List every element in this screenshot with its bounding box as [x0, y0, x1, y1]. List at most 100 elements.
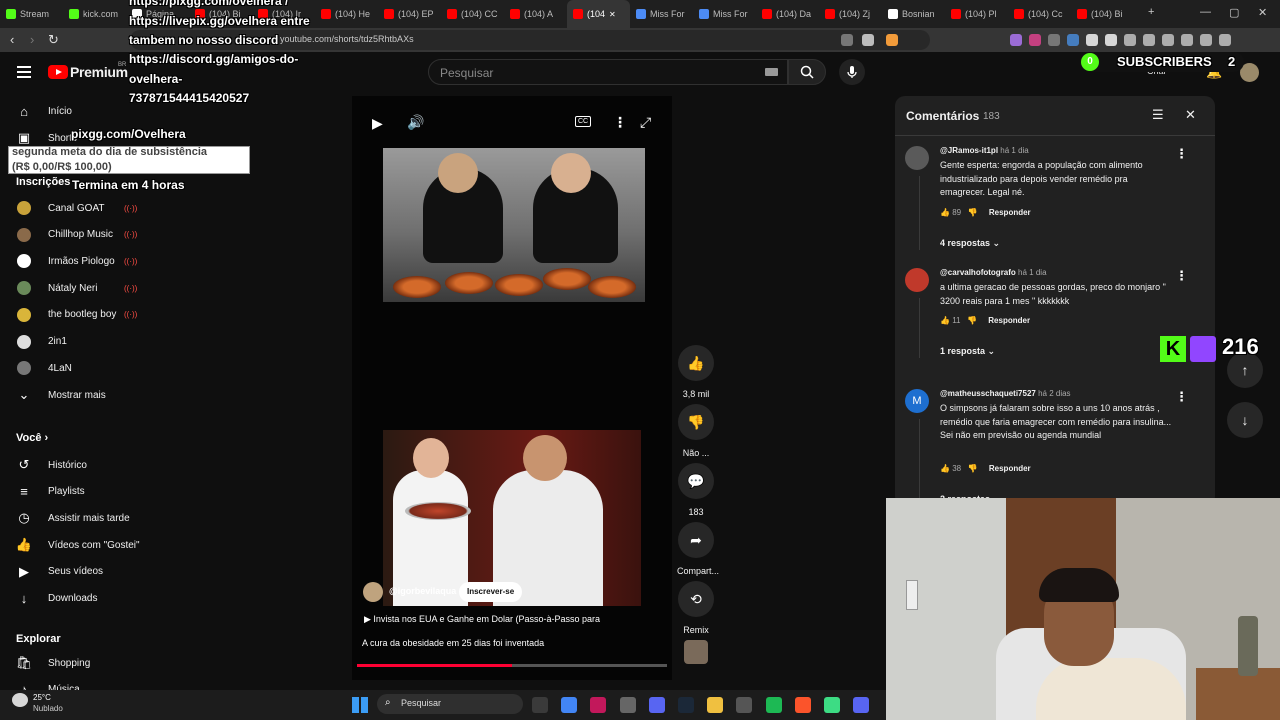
sidebar-item[interactable]: Irmãos Piologo ((·)) — [0, 248, 230, 274]
close-icon[interactable]: ✕ — [1185, 107, 1196, 123]
taskbar-app-icon[interactable] — [765, 697, 782, 713]
extension-icon[interactable] — [1143, 34, 1155, 46]
taskbar-app-icon[interactable] — [561, 697, 578, 713]
maximize-icon[interactable]: ▢ — [1229, 6, 1239, 19]
like-button[interactable]: 👍 3,8 mil — [677, 345, 715, 399]
comment-user[interactable]: @matheusschaqueti7527 há 2 dias — [940, 389, 1071, 398]
browser-tab[interactable]: Miss For — [693, 0, 756, 28]
close-window-icon[interactable]: ✕ — [1258, 6, 1267, 19]
more-options-icon[interactable]: ⋮ — [613, 114, 627, 131]
extension-icon[interactable] — [1029, 34, 1041, 46]
extension-icon[interactable] — [1086, 34, 1098, 46]
browser-tab[interactable]: (104) Bi — [1071, 0, 1134, 28]
sidebar-item[interactable]: ▶ Seus vídeos — [0, 559, 230, 585]
subscribe-button[interactable]: Inscrever-se — [459, 582, 523, 602]
search-button[interactable] — [788, 59, 826, 85]
sidebar-item[interactable]: ◷ Assistir mais tarde — [0, 505, 230, 531]
taskbar-app-icon[interactable] — [532, 697, 548, 713]
dislike-icon[interactable]: 👎 — [968, 464, 978, 473]
sort-icon[interactable]: ☰ — [1152, 107, 1164, 123]
replies-toggle[interactable]: 1 resposta ⌄ — [940, 346, 995, 357]
extension-icon[interactable] — [1010, 34, 1022, 46]
toolbar-icon[interactable] — [862, 34, 874, 46]
comment-avatar[interactable] — [905, 146, 929, 170]
like-icon[interactable]: 👍 — [940, 208, 950, 217]
browser-tab[interactable]: (104) He — [315, 0, 378, 28]
dislike-icon[interactable]: 👎 — [967, 316, 977, 325]
extension-icon[interactable] — [1124, 34, 1136, 46]
extension-icon[interactable] — [1200, 34, 1212, 46]
weather-icon[interactable] — [12, 693, 28, 707]
sidebar-item[interactable]: ⌄ Mostrar mais — [0, 382, 230, 408]
comments-button[interactable]: 💬 183 — [677, 463, 715, 517]
extension-icon[interactable] — [1067, 34, 1079, 46]
browser-tab[interactable]: (104) EP — [378, 0, 441, 28]
extension-icon[interactable] — [1105, 34, 1117, 46]
sidebar-item[interactable]: Canal GOAT ((·)) — [0, 195, 230, 221]
channel-name[interactable]: @igorbevilaqua — [389, 586, 456, 596]
comment-menu-icon[interactable]: ⋮ — [1175, 146, 1188, 162]
minimize-icon[interactable]: — — [1200, 6, 1211, 18]
progress-track[interactable] — [357, 664, 667, 667]
comment-avatar[interactable]: M — [905, 389, 929, 413]
sidebar-item[interactable]: ↓ Downloads — [0, 586, 230, 612]
promo-link[interactable]: ▶ Invista nos EUA e Ganhe em Dolar (Pass… — [364, 614, 600, 625]
reply-button[interactable]: Responder — [988, 316, 1030, 325]
taskbar-app-icon[interactable] — [736, 697, 753, 713]
sidebar-item[interactable]: 4LaN — [0, 355, 230, 381]
sidebar-item[interactable]: 🛍 Shopping — [0, 650, 230, 676]
sidebar-item[interactable]: Chillhop Music ((·)) — [0, 222, 230, 248]
close-tab-icon[interactable]: ✕ — [609, 10, 616, 19]
like-icon[interactable]: 👍 — [940, 316, 950, 325]
subscriptions-title[interactable]: Inscrições — [16, 176, 70, 188]
taskbar-app-icon[interactable] — [794, 697, 811, 713]
sidebar-item[interactable]: the bootleg boy ((·)) — [0, 302, 230, 328]
voice-search-button[interactable] — [839, 59, 865, 85]
browser-tab[interactable]: Bosnian — [882, 0, 945, 28]
browser-tab[interactable]: (104 ✕ — [567, 0, 630, 28]
comment-menu-icon[interactable]: ⋮ — [1175, 389, 1188, 405]
search-input[interactable]: Pesquisar — [428, 59, 788, 85]
browser-tab[interactable]: (104) A — [504, 0, 567, 28]
taskbar-app-icon[interactable] — [824, 697, 840, 713]
taskbar-app-icon[interactable] — [678, 697, 694, 713]
fullscreen-icon[interactable]: ⤢ — [640, 114, 651, 131]
new-tab-button[interactable]: + — [1148, 6, 1154, 18]
youtube-logo-icon[interactable] — [48, 65, 68, 79]
browser-tab[interactable]: (104) Da — [756, 0, 819, 28]
volume-icon[interactable]: 🔊 — [407, 114, 424, 131]
start-icon[interactable] — [352, 697, 368, 713]
dislike-button[interactable]: 👎 Não ... — [677, 404, 715, 458]
taskbar-app-icon[interactable] — [853, 697, 870, 713]
taskbar-app-icon[interactable] — [590, 697, 607, 713]
next-short-button[interactable]: ↓ — [1227, 402, 1263, 438]
browser-tab[interactable]: (104) Cc — [1008, 0, 1071, 28]
comment-avatar[interactable] — [905, 268, 929, 292]
reply-button[interactable]: Responder — [989, 208, 1031, 217]
dislike-icon[interactable]: 👎 — [968, 208, 978, 217]
browser-tab[interactable]: Miss For — [630, 0, 693, 28]
comment-user[interactable]: @carvalhofotografo há 1 dia — [940, 268, 1047, 277]
taskbar-app-icon[interactable] — [707, 697, 724, 713]
browser-tab[interactable]: (104) Pl — [945, 0, 1008, 28]
back-icon[interactable]: ‹ — [10, 32, 14, 47]
browser-tab[interactable]: (104) CC — [441, 0, 504, 28]
comment-user[interactable]: @JRamos-it1pl há 1 dia — [940, 146, 1029, 155]
remix-button[interactable]: ⟲ Remix — [677, 581, 715, 635]
sidebar-item[interactable]: 👍 Vídeos com "Gostei" — [0, 532, 230, 558]
sidebar-item[interactable]: 2in1 — [0, 329, 230, 355]
browser-tab[interactable]: Stream — [0, 0, 63, 28]
shorts-player[interactable]: ▶ 🔊 CC ⋮ ⤢ @igorbevilaqua Inscrever-se ▶… — [352, 96, 672, 680]
keyboard-icon[interactable] — [765, 68, 778, 76]
sidebar-item[interactable]: Nátaly Neri ((·)) — [0, 275, 230, 301]
taskbar-app-icon[interactable] — [619, 697, 636, 713]
extension-icon[interactable] — [1181, 34, 1193, 46]
sidebar-item[interactable]: ↺ Histórico — [0, 452, 230, 478]
play-icon[interactable]: ▶ — [372, 115, 383, 132]
toolbar-icon[interactable] — [841, 34, 853, 46]
channel-avatar[interactable] — [363, 582, 383, 602]
like-icon[interactable]: 👍 — [940, 464, 950, 473]
extension-icon[interactable] — [1162, 34, 1174, 46]
sound-thumbnail[interactable] — [684, 640, 708, 664]
taskbar-app-icon[interactable] — [648, 697, 665, 713]
